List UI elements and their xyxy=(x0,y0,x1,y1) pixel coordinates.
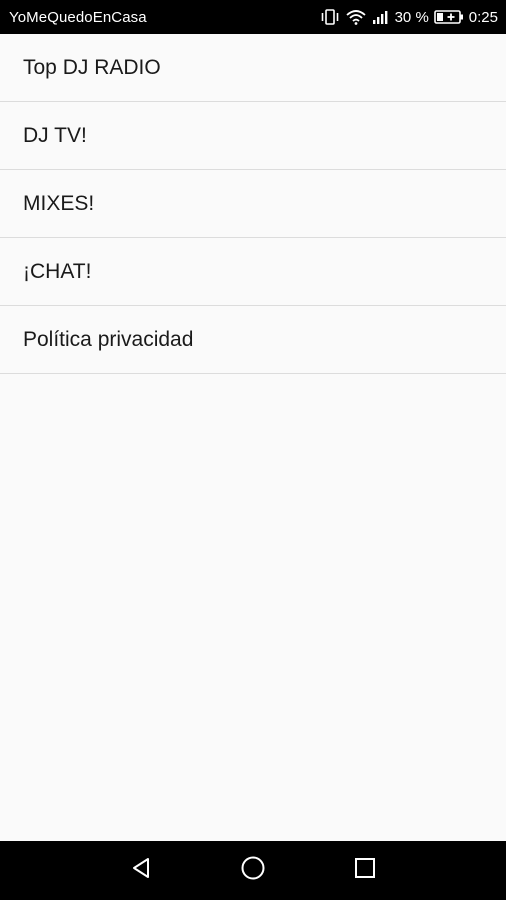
home-icon xyxy=(240,855,266,886)
status-icons: 30 % 0:25 xyxy=(320,9,498,26)
status-time: 0:25 xyxy=(468,8,498,26)
recents-button[interactable] xyxy=(337,847,393,895)
signal-icon xyxy=(372,9,390,25)
menu-item-label: Política privacidad xyxy=(23,327,194,351)
menu-item-chat[interactable]: ¡CHAT! xyxy=(0,238,506,306)
menu-list: Top DJ RADIO DJ TV! MIXES! ¡CHAT! Políti… xyxy=(0,34,506,374)
menu-item-top-dj-radio[interactable]: Top DJ RADIO xyxy=(0,34,506,102)
wifi-icon xyxy=(345,9,367,25)
battery-charging-icon xyxy=(433,9,464,25)
navigation-bar xyxy=(0,841,506,900)
recents-icon xyxy=(354,857,376,884)
menu-item-label: MIXES! xyxy=(23,191,95,215)
battery-percent: 30 % xyxy=(394,8,429,26)
menu-item-label: Top DJ RADIO xyxy=(23,55,161,79)
menu-item-label: ¡CHAT! xyxy=(23,259,92,283)
menu-item-mixes[interactable]: MIXES! xyxy=(0,170,506,238)
menu-item-label: DJ TV! xyxy=(23,123,87,147)
status-app-title: YoMeQuedoEnCasa xyxy=(9,8,147,26)
status-bar: YoMeQuedoEnCasa 30 % 0:25 xyxy=(0,0,506,34)
back-button[interactable] xyxy=(113,847,169,895)
back-icon xyxy=(129,856,153,885)
home-button[interactable] xyxy=(225,847,281,895)
menu-item-dj-tv[interactable]: DJ TV! xyxy=(0,102,506,170)
vibrate-icon xyxy=(320,9,340,25)
menu-item-privacy-policy[interactable]: Política privacidad xyxy=(0,306,506,374)
